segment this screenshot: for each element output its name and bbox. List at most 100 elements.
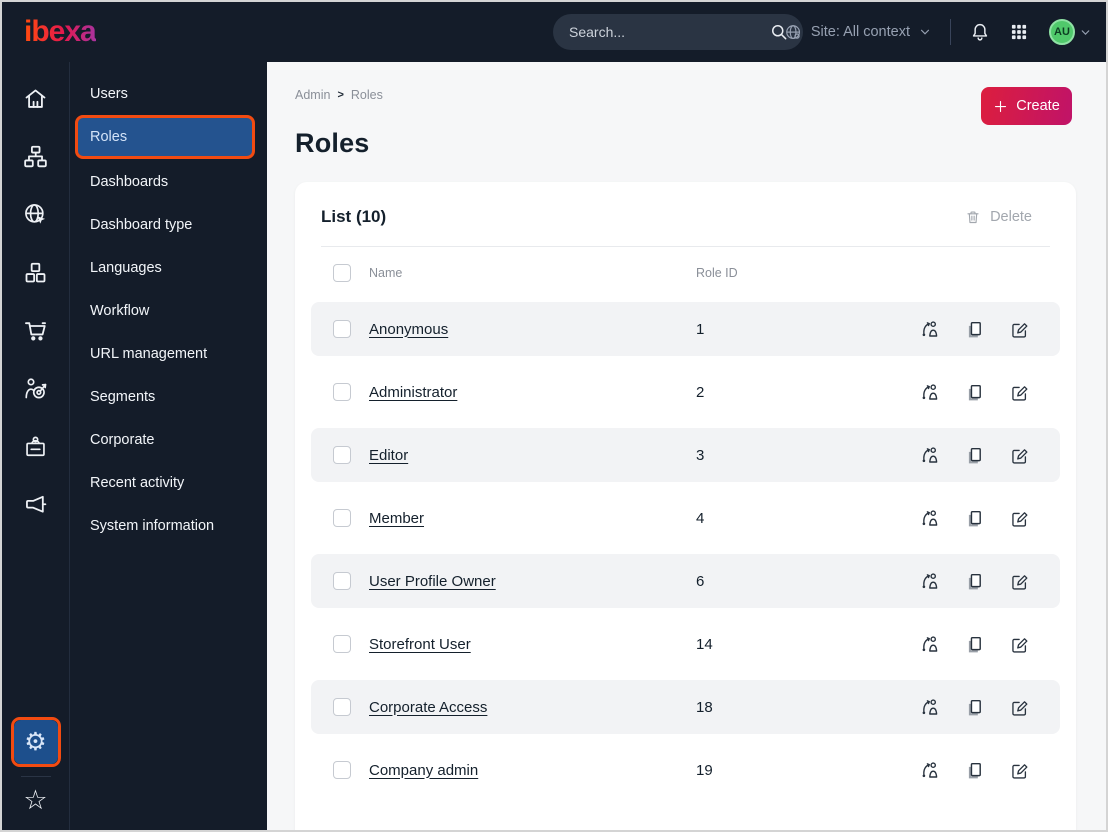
app-grid-icon[interactable] [1009, 19, 1035, 45]
icon-rail-bottom: ⚙ ☆ [10, 717, 61, 820]
assign-user-icon[interactable] [920, 445, 940, 465]
menu-item-url-management[interactable]: URL management [78, 332, 251, 375]
select-all-checkbox[interactable] [333, 264, 351, 282]
menu-item-segments[interactable]: Segments [78, 375, 251, 418]
row-checkbox[interactable] [333, 509, 351, 527]
column-header-role-id: Role ID [696, 266, 738, 280]
row-checkbox[interactable] [333, 572, 351, 590]
edit-icon[interactable] [1010, 508, 1030, 528]
role-name-link[interactable]: Member [369, 510, 696, 527]
marketing-megaphone-icon[interactable] [13, 482, 59, 526]
card-divider [321, 246, 1050, 247]
role-id-value: 1 [696, 320, 705, 338]
edit-icon[interactable] [1010, 634, 1030, 654]
delete-button[interactable]: Delete [965, 209, 1032, 226]
role-name-link[interactable]: Company admin [369, 762, 696, 779]
assign-user-icon[interactable] [920, 697, 940, 717]
role-name-link[interactable]: Administrator [369, 384, 696, 401]
role-name-link[interactable]: User Profile Owner [369, 573, 696, 590]
row-checkbox[interactable] [333, 761, 351, 779]
table-row: Company admin 19 [311, 743, 1060, 797]
edit-icon[interactable] [1010, 760, 1030, 780]
assign-user-icon[interactable] [920, 508, 940, 528]
menu-item-users[interactable]: Users [78, 72, 251, 115]
row-actions [920, 382, 1030, 402]
copy-icon[interactable] [965, 571, 985, 591]
row-actions [920, 697, 1030, 717]
menu-item-system-information[interactable]: System information [78, 504, 251, 547]
edit-icon[interactable] [1010, 571, 1030, 591]
edit-icon[interactable] [1010, 445, 1030, 465]
table-row: Administrator 2 [311, 365, 1060, 419]
row-checkbox[interactable] [333, 698, 351, 716]
edit-icon[interactable] [1010, 382, 1030, 402]
role-id-value: 6 [696, 572, 705, 590]
menu-item-roles[interactable]: Roles [75, 115, 255, 159]
menu-item-recent-activity[interactable]: Recent activity [78, 461, 251, 504]
copy-icon[interactable] [965, 760, 985, 780]
table-row: Corporate Access 18 [311, 680, 1060, 734]
chevron-down-icon [1079, 26, 1092, 39]
row-checkbox[interactable] [333, 446, 351, 464]
copy-icon[interactable] [965, 445, 985, 465]
row-checkbox[interactable] [333, 320, 351, 338]
table-header: Name Role ID [311, 253, 1060, 293]
menu-item-dashboard-type[interactable]: Dashboard type [78, 203, 251, 246]
copy-icon[interactable] [965, 508, 985, 528]
role-name-link[interactable]: Editor [369, 447, 696, 464]
menu-item-corporate[interactable]: Corporate [78, 418, 251, 461]
admin-menu: Users Roles Dashboards Dashboard type Langua… [70, 62, 267, 830]
assign-user-icon[interactable] [920, 571, 940, 591]
row-checkbox[interactable] [333, 635, 351, 653]
copy-icon[interactable] [965, 697, 985, 717]
edit-icon[interactable] [1010, 319, 1030, 339]
commerce-cart-icon[interactable] [13, 308, 59, 352]
main-content: Admin > Roles Create Roles List (10) Delet… [267, 62, 1106, 830]
copy-icon[interactable] [965, 319, 985, 339]
breadcrumb-item-admin[interactable]: Admin [295, 88, 330, 102]
main-icon-sidebar: ⚙ ☆ [2, 62, 70, 830]
role-name-link[interactable]: Corporate Access [369, 699, 696, 716]
menu-item-workflow[interactable]: Workflow [78, 289, 251, 332]
assign-user-icon[interactable] [920, 319, 940, 339]
site-context-selector[interactable]: Site: All context [784, 23, 932, 42]
global-search[interactable] [553, 14, 803, 50]
row-actions [920, 319, 1030, 339]
table-row: Anonymous 1 [311, 302, 1060, 356]
settings-gear-icon[interactable]: ⚙ [13, 720, 58, 764]
menu-item-languages[interactable]: Languages [78, 246, 251, 289]
bookmarks-star-icon[interactable]: ☆ [23, 785, 47, 820]
assign-user-icon[interactable] [920, 634, 940, 654]
personalization-icon[interactable] [13, 366, 59, 410]
search-input[interactable] [569, 24, 769, 40]
notifications-bell-icon[interactable] [969, 19, 995, 45]
create-button[interactable]: Create [981, 87, 1072, 125]
page-title: Roles [295, 128, 370, 158]
ibexa-logo[interactable]: ibexa [24, 17, 97, 47]
copy-icon[interactable] [965, 382, 985, 402]
edit-icon[interactable] [1010, 697, 1030, 717]
assign-user-icon[interactable] [920, 760, 940, 780]
roles-list-card: List (10) Delete Name Role ID Anonymous … [295, 182, 1076, 830]
user-avatar[interactable]: AU [1049, 19, 1075, 45]
product-catalog-icon[interactable] [13, 250, 59, 294]
site-context-icon[interactable] [13, 192, 59, 236]
menu-item-dashboards[interactable]: Dashboards [78, 160, 251, 203]
role-name-link[interactable]: Storefront User [369, 636, 696, 653]
row-actions [920, 445, 1030, 465]
site-tree-icon[interactable] [13, 134, 59, 178]
breadcrumb-item-roles[interactable]: Roles [351, 88, 383, 102]
assign-user-icon[interactable] [920, 382, 940, 402]
role-name-link[interactable]: Anonymous [369, 321, 696, 338]
trash-icon [965, 209, 981, 226]
delete-button-label: Delete [990, 209, 1032, 225]
row-actions [920, 760, 1030, 780]
home-icon[interactable] [13, 76, 59, 120]
copy-icon[interactable] [965, 634, 985, 654]
row-actions [920, 634, 1030, 654]
chevron-down-icon [918, 25, 932, 39]
row-checkbox[interactable] [333, 383, 351, 401]
corporate-badge-icon[interactable] [13, 424, 59, 468]
role-id-value: 18 [696, 698, 713, 716]
user-menu[interactable]: AU [1049, 19, 1092, 45]
